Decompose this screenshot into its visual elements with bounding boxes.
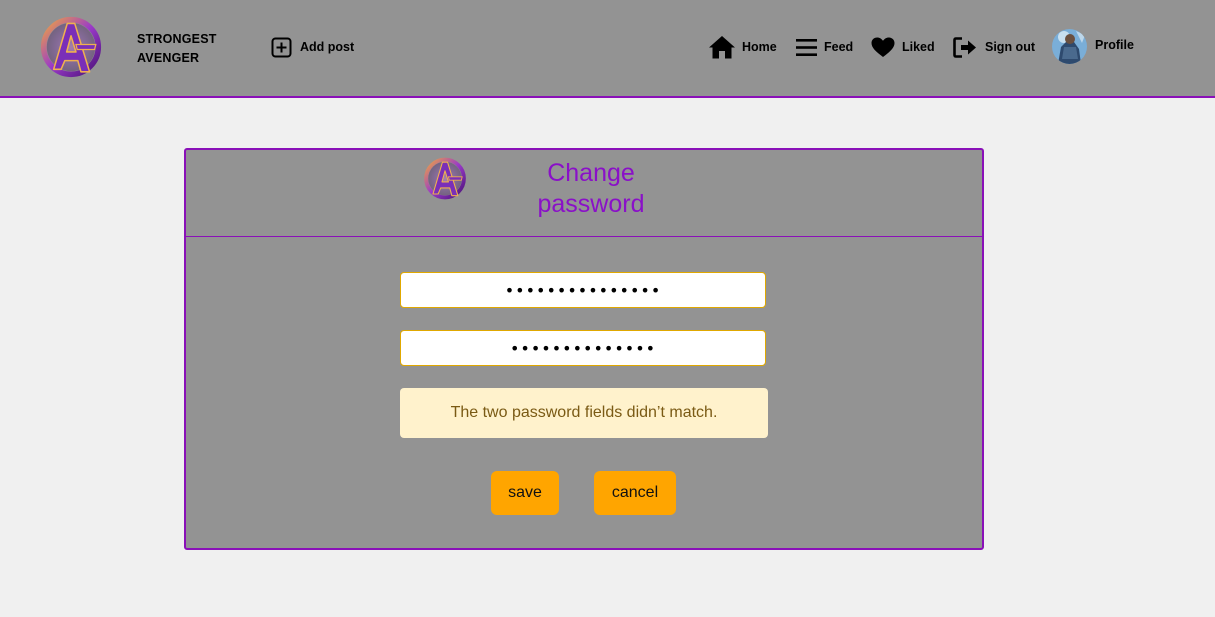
avengers-logo-icon[interactable]	[38, 16, 104, 78]
nav-sign-out-label: Sign out	[985, 40, 1035, 54]
nav-feed[interactable]: Feed	[796, 32, 853, 62]
card-header: Change password	[186, 150, 982, 237]
nav-liked[interactable]: Liked	[871, 32, 935, 62]
avatar	[1052, 28, 1087, 64]
nav-home-label: Home	[742, 40, 777, 54]
page-title-line-2: password	[537, 190, 645, 218]
heart-icon	[871, 37, 895, 57]
add-post-link[interactable]: Add post	[271, 32, 354, 62]
page-title-line-1: Change	[547, 159, 635, 187]
nav-profile[interactable]: Profile	[1052, 28, 1134, 64]
top-navbar: STRONGEST AVENGER Add post Home Feed Lik…	[0, 0, 1215, 98]
sign-out-icon	[953, 36, 976, 58]
cancel-button[interactable]: cancel	[594, 471, 676, 515]
nav-profile-label: Profile	[1095, 37, 1134, 52]
change-password-card: Change password The two password fields …	[184, 148, 984, 550]
avengers-logo-icon	[422, 157, 468, 200]
add-post-label: Add post	[300, 40, 355, 54]
nav-sign-out[interactable]: Sign out	[953, 32, 1035, 62]
page-title: Change password	[506, 158, 676, 220]
nav-home[interactable]: Home	[708, 32, 777, 62]
profile-avatar-icon	[1052, 28, 1087, 64]
confirm-password-field[interactable]	[400, 330, 766, 366]
menu-lines-icon	[796, 38, 817, 56]
nav-liked-label: Liked	[902, 40, 935, 54]
nav-feed-label: Feed	[824, 40, 854, 54]
new-password-field[interactable]	[400, 272, 766, 308]
save-button[interactable]: save	[491, 471, 559, 515]
alert-message: The two password fields didn’t match.	[450, 404, 718, 421]
brand-line-2: AVENGER	[137, 51, 200, 65]
plus-square-icon	[271, 37, 292, 57]
password-mismatch-alert: The two password fields didn’t match.	[400, 388, 768, 438]
home-icon	[709, 36, 735, 59]
brand-name: STRONGEST AVENGER	[137, 30, 217, 68]
brand-line-1: STRONGEST	[137, 32, 217, 46]
